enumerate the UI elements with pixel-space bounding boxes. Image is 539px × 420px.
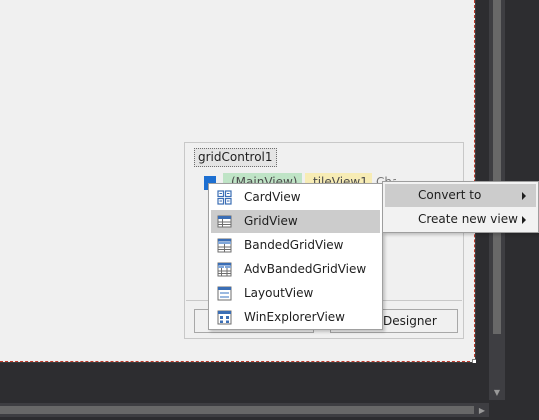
menu-item-advbandedgridview[interactable]: AdvBandedGridView bbox=[211, 258, 380, 281]
submenu-arrow-icon bbox=[522, 216, 526, 224]
horizontal-scroll-thumb[interactable] bbox=[0, 406, 474, 414]
menu-item-label: AdvBandedGridView bbox=[244, 262, 367, 276]
menu-item-label: GridView bbox=[244, 214, 298, 228]
menu-item-label: WinExplorerView bbox=[244, 310, 345, 324]
vertical-scroll-thumb[interactable] bbox=[493, 0, 501, 334]
views-dropdown-menu: CardView GridView BandedGridView AdvBand… bbox=[208, 183, 383, 330]
grid-control-title[interactable]: gridControl1 bbox=[194, 148, 277, 167]
menu-item-label: BandedGridView bbox=[244, 238, 344, 252]
menu-item-layoutview[interactable]: LayoutView bbox=[211, 282, 380, 305]
menu-item-label: Convert to bbox=[418, 188, 482, 202]
context-menu: Convert to Create new view bbox=[382, 181, 539, 233]
layout-view-icon bbox=[217, 286, 232, 301]
card-view-icon bbox=[217, 190, 232, 205]
menu-item-create-new-view[interactable]: Create new view bbox=[385, 208, 536, 231]
scroll-down-arrow-icon[interactable]: ▼ bbox=[489, 384, 505, 400]
menu-item-label: CardView bbox=[244, 190, 301, 204]
menu-item-gridview[interactable]: GridView bbox=[211, 210, 380, 233]
menu-item-convert-to[interactable]: Convert to bbox=[385, 184, 536, 207]
menu-item-winexplorerview[interactable]: WinExplorerView bbox=[211, 306, 380, 329]
win-explorer-view-icon bbox=[217, 310, 232, 325]
adv-banded-grid-view-icon bbox=[217, 262, 232, 277]
scroll-right-arrow-icon[interactable]: ▶ bbox=[475, 403, 489, 417]
banded-grid-view-icon bbox=[217, 238, 232, 253]
grid-view-icon bbox=[217, 214, 232, 229]
menu-item-bandedgridview[interactable]: BandedGridView bbox=[211, 234, 380, 257]
menu-item-label: Create new view bbox=[418, 212, 518, 226]
menu-item-label: LayoutView bbox=[244, 286, 314, 300]
submenu-arrow-icon bbox=[522, 192, 526, 200]
menu-item-cardview[interactable]: CardView bbox=[211, 186, 380, 209]
